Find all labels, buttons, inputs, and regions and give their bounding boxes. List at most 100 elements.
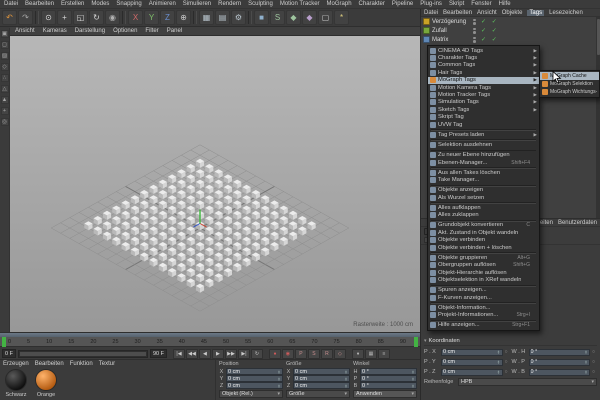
menubar-item[interactable]: Rendern (218, 1, 241, 7)
texture-mode-icon[interactable]: ▨ (1, 52, 9, 60)
current-frame-marker[interactable] (2, 337, 6, 347)
coordinate-value-field[interactable]: 0 cm (293, 382, 350, 389)
menu-item[interactable]: Hair Tags ▶ (428, 69, 539, 76)
coordinate-value-field[interactable]: 0 ° (360, 368, 417, 375)
menu-item[interactable]: Objektselektion in XRef wandeln (428, 276, 539, 283)
menu-item[interactable]: Objekte verbinden (428, 237, 539, 244)
undo-icon[interactable]: ↶ (2, 10, 17, 25)
coordinate-value-field[interactable]: 0 cm (226, 382, 283, 389)
menubar-item[interactable]: Snapping (116, 1, 141, 7)
next-key-button[interactable]: ▶▶ (225, 349, 237, 359)
animation-dot[interactable] (505, 359, 510, 365)
animation-dot[interactable] (592, 349, 597, 355)
viewport[interactable]: Rasterweite : 1000 cm (10, 36, 420, 332)
menu-item[interactable] (428, 284, 539, 287)
menu-item[interactable]: MoGraph Tags ▶ (428, 77, 539, 84)
autokeying-button[interactable]: ◉ (282, 349, 294, 359)
record-keyframe-button[interactable]: ● (269, 349, 281, 359)
animation-dot[interactable] (592, 359, 597, 365)
menubar-item[interactable]: Pipeline (392, 1, 413, 7)
goto-start-button[interactable]: |◀ (173, 349, 185, 359)
add-light-icon[interactable]: * (334, 10, 349, 25)
value-field[interactable]: 0 cm (441, 359, 503, 366)
menu-item[interactable]: Ebenen-Manager... Shift+F4 (428, 159, 539, 166)
coordinate-system-icon[interactable]: ⊕ (176, 10, 191, 25)
play-forward-button[interactable]: ▶ (212, 349, 224, 359)
edges-mode-icon[interactable]: △ (1, 85, 9, 93)
menu-item[interactable]: Obergruppen auflösen Shift+G (428, 262, 539, 269)
menu-item[interactable]: Grundobjekt konvertieren C (428, 222, 539, 229)
menu-item[interactable]: Simulation Tags ▶ (428, 99, 539, 106)
timeline-scrollbar[interactable] (18, 350, 148, 358)
stepper-icon[interactable] (497, 370, 501, 374)
record-scale-button[interactable]: S (308, 349, 320, 359)
animation-dot[interactable] (592, 369, 597, 375)
stepper-icon[interactable] (584, 360, 588, 364)
menu-item[interactable]: Hilfe anzeigen... Strg+F1 (428, 322, 539, 329)
submenu-item[interactable]: MoGraph Selektion (540, 80, 599, 88)
menu-item[interactable]: Objekte verbinden + löschen (428, 244, 539, 251)
visibility-dots[interactable] (473, 19, 476, 25)
coordinate-value-field[interactable]: 0 cm (226, 368, 283, 375)
menu-item[interactable] (428, 149, 539, 152)
material-item[interactable]: Orange (33, 369, 59, 398)
viewport-menu-item[interactable]: Panel (167, 28, 182, 34)
menu-item[interactable]: CINEMA 4D Tags ▶ (428, 47, 539, 54)
coordinate-mode-dropdown[interactable]: Objekt (Rel.) (219, 390, 283, 398)
object-row[interactable]: Zufall ✓ ✓ (421, 26, 600, 35)
stepper-icon[interactable] (584, 370, 588, 374)
points-mode-icon[interactable]: ∴ (1, 74, 9, 82)
value-field[interactable]: 0 ° (529, 349, 591, 356)
model-mode-icon[interactable]: ◻ (1, 41, 9, 49)
toolbar-separator[interactable] (248, 11, 252, 24)
menu-item[interactable]: Tag Presets laden ▶ (428, 131, 539, 138)
menu-item[interactable]: Sketch Tags ▶ (428, 106, 539, 113)
material-menu-item[interactable]: Erzeugen (3, 361, 29, 367)
stepper-icon[interactable] (344, 370, 348, 374)
menubar-item[interactable]: Simulieren (183, 1, 211, 7)
value-field[interactable]: 0 ° (529, 359, 591, 366)
render-settings-icon[interactable]: ⚙ (231, 10, 246, 25)
enabled-checkmark[interactable]: ✓ ✓ (481, 36, 499, 43)
object-manager-menu-item[interactable]: Lesezeichen (549, 10, 583, 16)
timeline-ruler[interactable]: 051015202530354045505560657075808590 (0, 337, 420, 347)
menu-item[interactable]: Motion Tracker Tags ▶ (428, 91, 539, 98)
object-row[interactable]: Verzögerung ✓ ✓ (421, 17, 600, 26)
enabled-checkmark[interactable]: ✓ ✓ (481, 18, 499, 25)
visibility-dots[interactable] (473, 37, 476, 43)
menu-item[interactable]: Alles aufklappen (428, 204, 539, 211)
timeline-button[interactable]: ▦ (365, 349, 377, 359)
add-generator-icon[interactable]: ◆ (286, 10, 301, 25)
object-manager-menu-item[interactable]: Bearbeiten (443, 10, 472, 16)
enable-axis-icon[interactable]: + (1, 107, 9, 115)
menu-item[interactable]: F-Kurven anzeigen... (428, 294, 539, 301)
stepper-icon[interactable] (497, 360, 501, 364)
stepper-icon[interactable] (584, 350, 588, 354)
previous-frame-button[interactable]: ◀ (199, 349, 211, 359)
menubar-item[interactable]: Animieren (149, 1, 176, 7)
live-selection-icon[interactable]: ⊙ (41, 10, 56, 25)
timeline-scrollbar-thumb[interactable] (20, 352, 146, 356)
animation-dot[interactable] (505, 369, 510, 375)
object-manager-menu-item[interactable]: Ansicht (477, 10, 497, 16)
play-mode-button[interactable]: ↻ (251, 349, 263, 359)
stepper-icon[interactable] (411, 370, 415, 374)
menubar-item[interactable]: Charakter (359, 1, 385, 7)
rotate-tool-icon[interactable]: ↻ (89, 10, 104, 25)
coordinate-value-field[interactable]: 0 ° (360, 382, 417, 389)
goto-end-button[interactable]: ▶| (238, 349, 250, 359)
menubar-item[interactable]: Bearbeiten (25, 1, 54, 7)
previous-key-button[interactable]: ◀◀ (186, 349, 198, 359)
object-manager-menu-item[interactable]: Objekte (502, 10, 523, 16)
stepper-icon[interactable] (344, 377, 348, 381)
menubar-item[interactable]: Plug-ins (420, 1, 442, 7)
menubar-item[interactable]: Motion Tracker (280, 1, 320, 7)
coordinate-value-field[interactable]: 0 ° (360, 375, 417, 382)
menu-item[interactable]: Skript Tag (428, 114, 539, 121)
coordinate-mode-dropdown[interactable]: Größe (286, 390, 350, 398)
add-deformer-icon[interactable]: ◆ (302, 10, 317, 25)
viewport-menu-item[interactable]: Kameras (43, 28, 67, 34)
add-cube-icon[interactable]: ■ (254, 10, 269, 25)
menu-item[interactable] (428, 301, 539, 304)
object-manager-menu-item[interactable]: Tags (527, 10, 544, 16)
